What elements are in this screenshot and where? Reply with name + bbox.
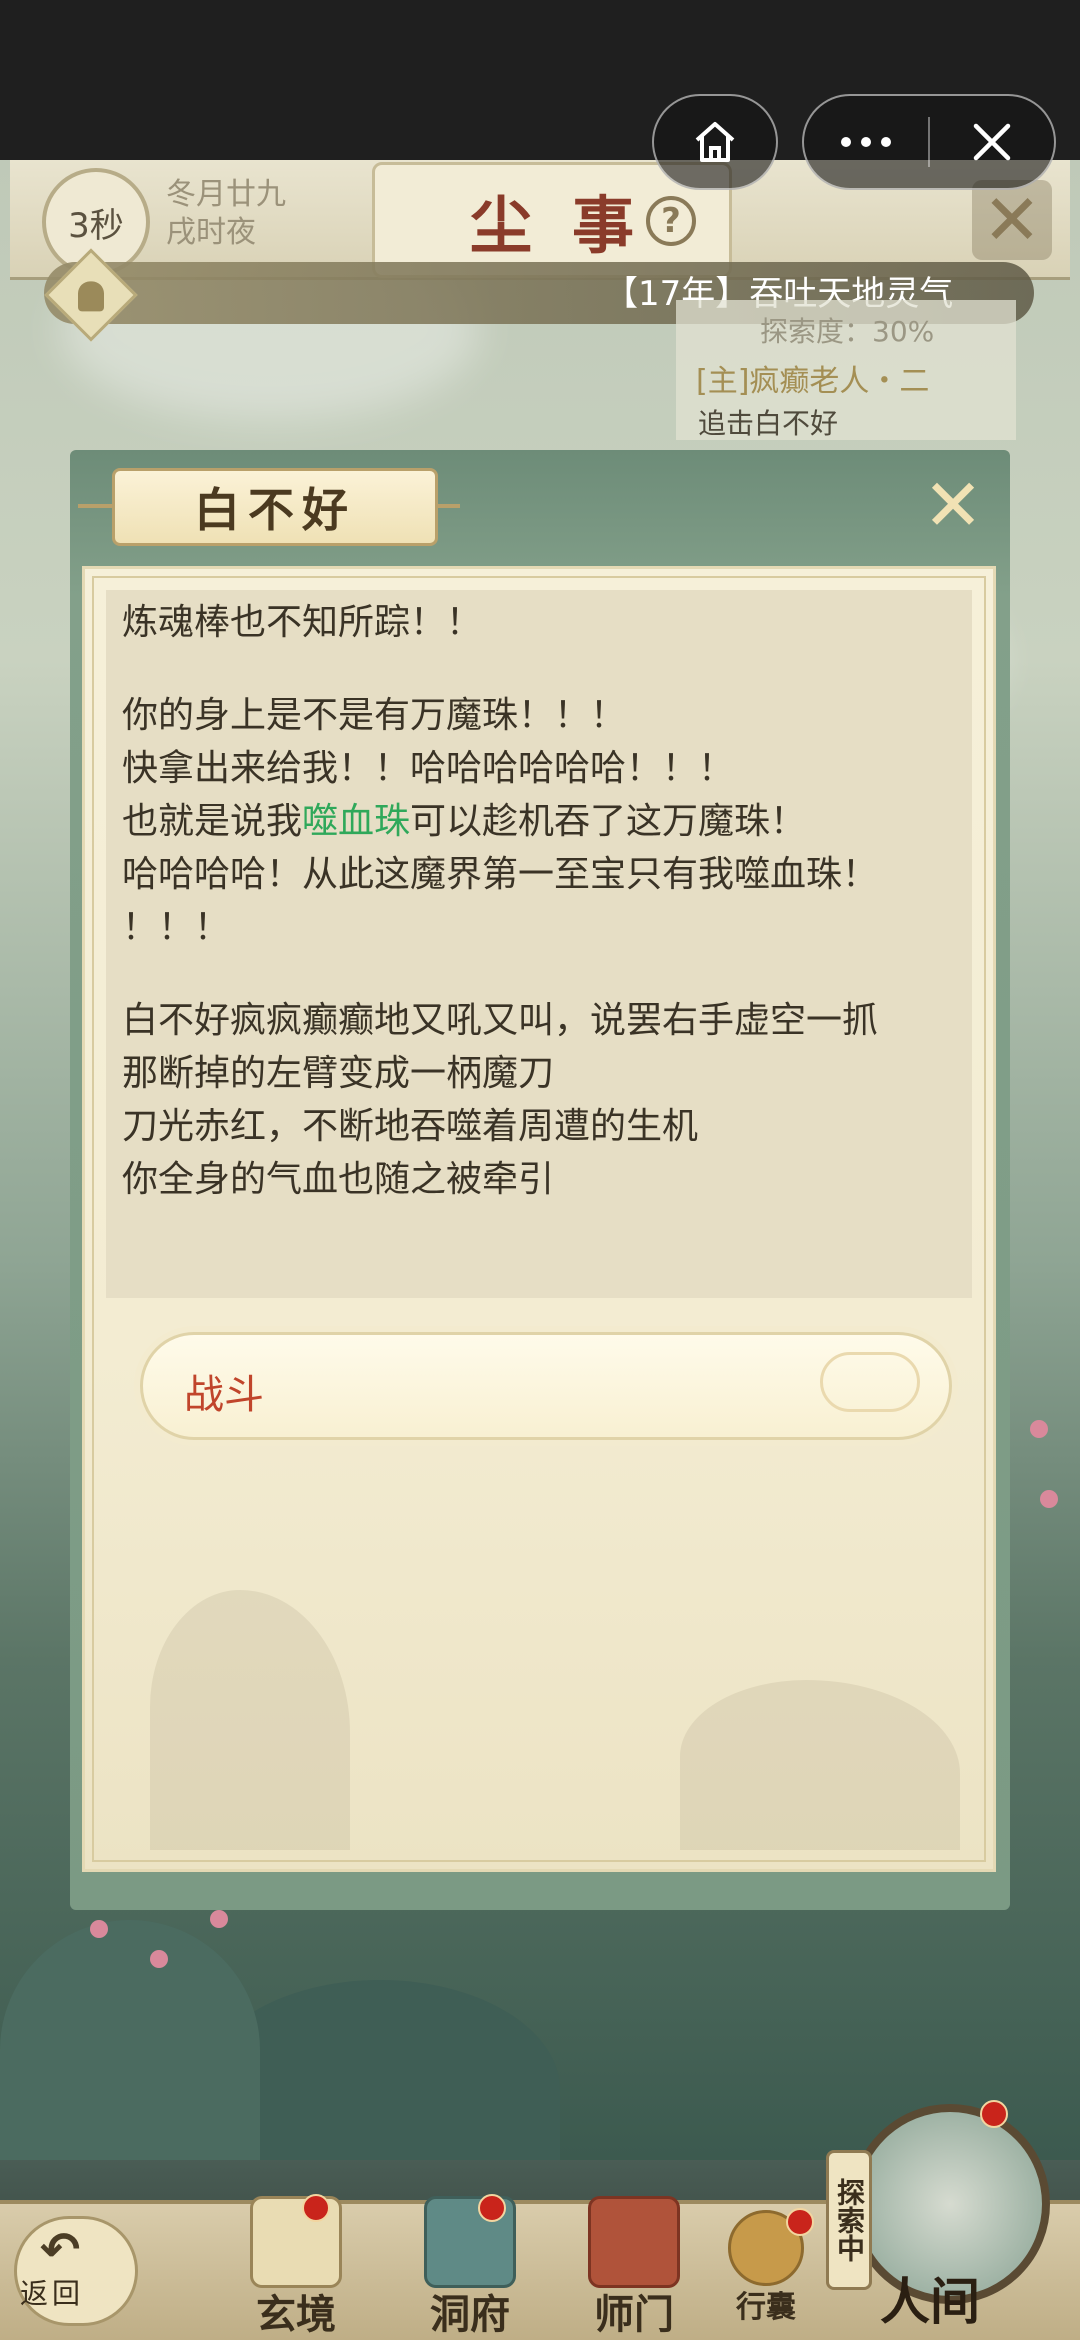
blossom <box>150 1950 168 1968</box>
crossed-swords-close-icon: ✕ <box>922 463 984 547</box>
notification-dot <box>302 2194 330 2222</box>
dialog-title: 白不好 <box>112 468 438 546</box>
blossom <box>1030 1420 1048 1438</box>
dialog-text-segment: 也就是说我 <box>122 801 303 842</box>
blossom <box>210 1910 228 1928</box>
notification-dot <box>786 2208 814 2236</box>
nav-label: 师门 <box>594 2291 674 2338</box>
world-label: 人间 <box>880 2272 980 2331</box>
battle-option-label[interactable]: 战斗 <box>184 1362 264 1420</box>
nav-label: 玄境 <box>256 2291 336 2338</box>
quest-description: 追击白不好 <box>698 407 839 440</box>
nav-item-xuanjing[interactable]: 玄境 <box>226 2196 366 2340</box>
item-name-highlight: 噬血珠 <box>302 801 411 842</box>
blossom <box>1040 1490 1058 1508</box>
title-char-2: 事 <box>572 189 635 262</box>
dialog-line: 你的身上是不是有万魔珠！！！ <box>122 695 627 736</box>
dialog-line: 那断掉的左臂变成一柄魔刀 <box>122 1053 555 1094</box>
close-button[interactable] <box>930 96 1054 188</box>
mountain <box>0 1920 260 2180</box>
game-date: 冬月廿九 戌时夜 <box>166 176 286 252</box>
collapse-button[interactable]: ✕ <box>972 179 1052 261</box>
quest-title: [主]疯癫老人・二 <box>696 364 930 399</box>
date-line-1: 冬月廿九 <box>166 177 286 212</box>
more-button[interactable] <box>804 96 928 188</box>
cloud-ornament-icon <box>820 1352 920 1412</box>
notification-dot <box>980 2100 1008 2128</box>
notification-dot <box>478 2194 506 2222</box>
dialog-line: 快拿出来给我！！哈哈哈哈哈哈！！！ <box>122 748 735 789</box>
nav-item-shimen[interactable]: 师门 <box>564 2196 704 2340</box>
dialog-text-segment: 可以趁机吞了这万魔珠！ <box>410 801 807 842</box>
exploring-tag: 探索中 <box>826 2150 872 2290</box>
nav-item-dongfu[interactable]: 洞府 <box>400 2196 540 2340</box>
dialog-close-button[interactable]: ✕ <box>918 463 988 547</box>
capsule-menu <box>802 94 1056 190</box>
title-char-1: 尘 <box>469 189 532 262</box>
banner-icon <box>588 2196 680 2288</box>
dialog-line: ！！！ <box>122 907 231 948</box>
more-dots-icon <box>841 137 891 147</box>
explore-progress: 探索度：30% <box>760 315 935 348</box>
dialog-line: 刀光赤红，不断地吞噬着周遭的生机 <box>122 1106 699 1147</box>
dialog-line: 哈哈哈哈！从此这魔界第一至宝只有我噬血珠！ <box>122 854 879 895</box>
dialog-line: 白不好疯疯癫癫地又吼又叫，说罢右手虚空一抓 <box>122 1000 879 1041</box>
dialog-text: 炼魂棒也不知所踪！！ 你的身上是不是有万魔珠！！！ 快拿出来给我！！哈哈哈哈哈哈… <box>122 596 962 1206</box>
nav-label: 行囊 <box>736 2290 796 2325</box>
home-icon <box>695 122 735 162</box>
close-icon <box>973 123 1011 161</box>
dialog-line: 炼魂棒也不知所踪！！ <box>122 602 483 643</box>
dialog-line-highlight: 也就是说我噬血珠可以趁机吞了这万魔珠！ <box>122 795 962 848</box>
blossom <box>90 1920 108 1938</box>
home-button[interactable] <box>652 94 778 190</box>
back-label: 返回 <box>20 2277 85 2310</box>
back-arrow-icon: ↶ <box>40 2222 81 2278</box>
nav-label: 洞府 <box>430 2291 510 2338</box>
dialog-line: 你全身的气血也随之被牵引 <box>122 1159 555 1200</box>
help-icon[interactable]: ? <box>646 196 696 246</box>
date-line-2: 戌时夜 <box>166 215 256 250</box>
